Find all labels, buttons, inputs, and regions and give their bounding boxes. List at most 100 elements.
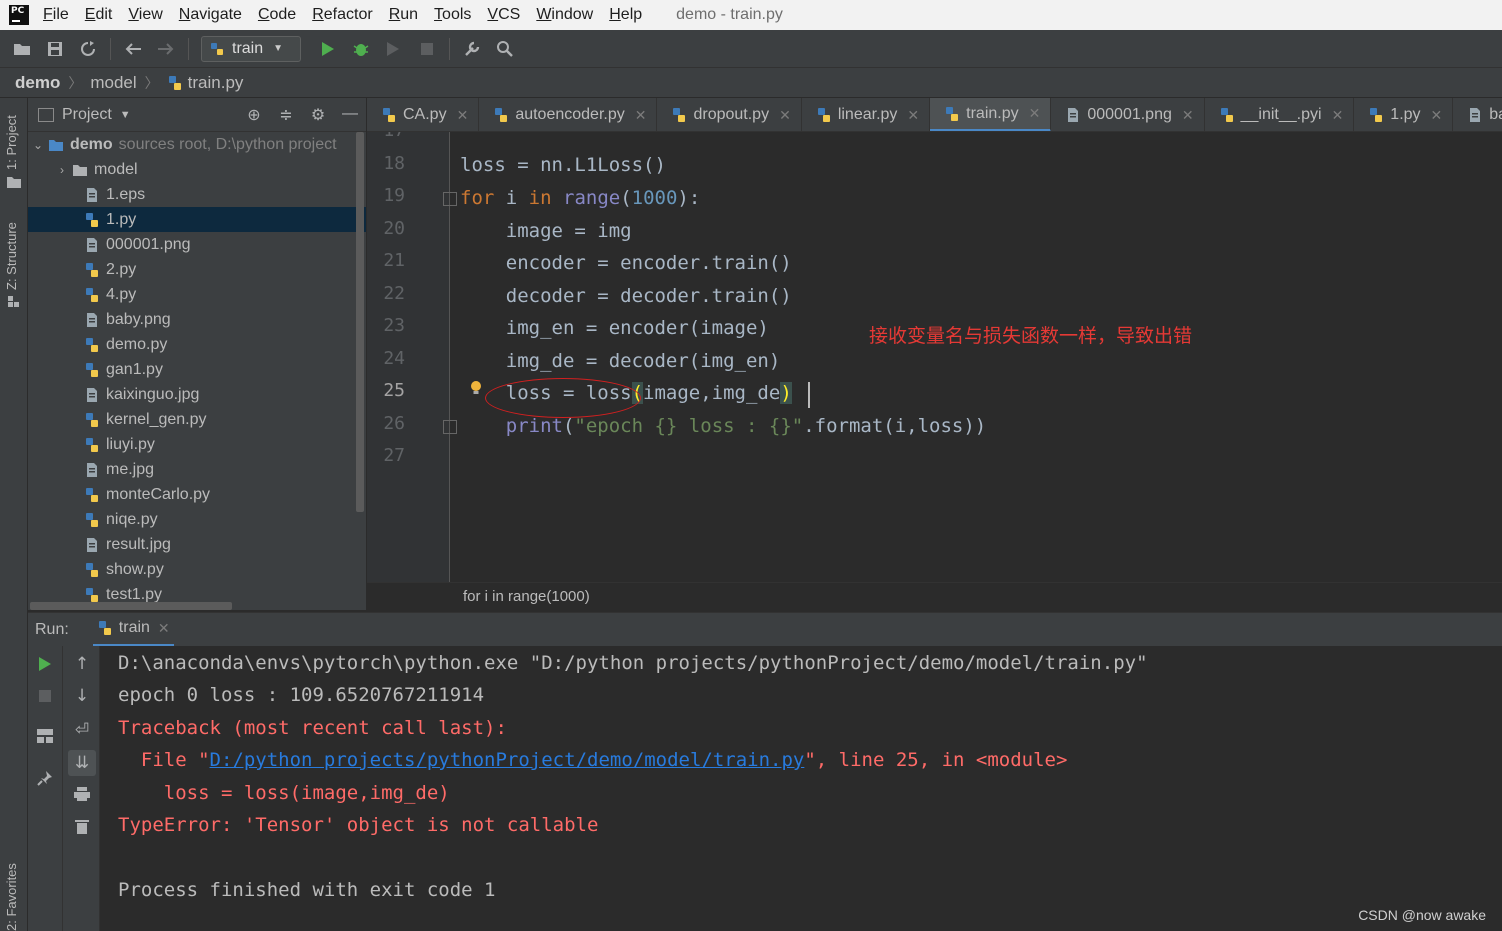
code-editor[interactable]: 17 18 19 20 21 22 23 24 25 26 27 loss = nn.L1Loss(… — [367, 132, 1502, 582]
chevron-down-icon[interactable]: ▼ — [120, 109, 131, 121]
debug-icon[interactable] — [350, 38, 372, 60]
project-panel-header: Project ▼ ⊕ ≑ ⚙ — — [28, 98, 366, 132]
project-tool-tab[interactable]: 1: Project — [4, 115, 19, 170]
collapse-all-icon[interactable]: ≑ — [270, 105, 302, 125]
menu-navigate[interactable]: Navigate — [179, 6, 242, 24]
gear-icon[interactable]: ⚙ — [302, 105, 334, 125]
stop-icon[interactable] — [416, 38, 438, 60]
tree-file-item[interactable]: demo.py — [28, 332, 366, 357]
editor-breadcrumb-status[interactable]: for i in range(1000) — [367, 582, 1502, 610]
menu-window[interactable]: Window — [536, 6, 593, 24]
synchronize-icon[interactable] — [77, 38, 99, 60]
tree-file-item[interactable]: liuyi.py — [28, 432, 366, 457]
project-panel-title[interactable]: Project — [62, 106, 112, 124]
run-tab-train[interactable]: train ✕ — [92, 613, 174, 647]
close-icon[interactable]: ✕ — [158, 620, 170, 637]
editor-tab[interactable]: train.py ✕ — [930, 98, 1052, 131]
editor-tab[interactable]: 000001.png ✕ — [1051, 98, 1205, 131]
tree-file-item[interactable]: 000001.png — [28, 232, 366, 257]
save-all-icon[interactable] — [44, 38, 66, 60]
hide-panel-icon[interactable]: — — [334, 105, 366, 125]
tree-file-item[interactable]: monteCarlo.py — [28, 482, 366, 507]
tree-file-item[interactable]: test1.py — [28, 582, 366, 602]
stop-icon[interactable] — [35, 686, 55, 706]
tree-file-item[interactable]: kernel_gen.py — [28, 407, 366, 432]
python-file-icon — [946, 106, 959, 121]
open-folder-icon[interactable] — [11, 38, 33, 60]
wrench-settings-icon[interactable] — [461, 38, 483, 60]
menu-edit[interactable]: Edit — [85, 6, 113, 24]
python-file-icon — [86, 587, 98, 602]
close-icon[interactable]: ✕ — [779, 107, 791, 124]
editor-tab-label: CA.py — [403, 106, 447, 123]
tree-folder-model[interactable]: › model — [28, 157, 366, 182]
editor-tab[interactable]: baby. — [1453, 98, 1502, 131]
arrow-down-icon[interactable]: ↓ — [72, 686, 92, 706]
run-console-output[interactable]: D:\anaconda\envs\pytorch\python.exe "D:/… — [100, 646, 1502, 931]
pin-icon[interactable] — [35, 768, 55, 788]
trash-icon[interactable] — [72, 816, 92, 836]
run-icon[interactable] — [317, 38, 339, 60]
editor-tab[interactable]: 1.py ✕ — [1354, 98, 1454, 131]
editor-tab[interactable]: autoencoder.py ✕ — [479, 98, 658, 131]
forward-arrow-icon[interactable] — [155, 38, 177, 60]
tree-file-item[interactable]: 1.eps — [28, 182, 366, 207]
rerun-icon[interactable] — [35, 654, 55, 674]
editor-tab-label: __init__.pyi — [1240, 106, 1322, 123]
close-icon[interactable]: ✕ — [907, 107, 919, 124]
search-icon[interactable] — [494, 38, 516, 60]
tree-root-demo[interactable]: ⌄ demo sources root, D:\python project — [28, 132, 366, 157]
run-with-coverage-icon[interactable] — [383, 38, 405, 60]
tree-file-item[interactable]: kaixinguo.jpg — [28, 382, 366, 407]
arrow-up-icon[interactable]: ↑ — [72, 654, 92, 674]
run-configuration-dropdown[interactable]: train ▼ — [201, 35, 301, 62]
tree-item-label: gan1.py — [106, 360, 163, 378]
tree-file-item[interactable]: niqe.py — [28, 507, 366, 532]
close-icon[interactable]: ✕ — [1332, 107, 1344, 124]
menu-refactor[interactable]: Refactor — [312, 6, 372, 24]
close-icon[interactable]: ✕ — [635, 107, 647, 124]
close-icon[interactable]: ✕ — [1431, 107, 1443, 124]
traceback-file-link[interactable]: D:/python projects/pythonProject/demo/mo… — [210, 749, 805, 771]
fold-marker-icon[interactable] — [443, 192, 457, 206]
tree-item-label: me.jpg — [106, 460, 155, 478]
editor-tab[interactable]: linear.py ✕ — [802, 98, 931, 131]
breadcrumb-model[interactable]: model — [90, 73, 136, 93]
print-icon[interactable] — [72, 784, 92, 804]
python-file-icon — [86, 437, 98, 452]
menu-help[interactable]: Help — [609, 6, 642, 24]
breadcrumb-demo[interactable]: demo — [15, 73, 60, 93]
tree-file-item[interactable]: 4.py — [28, 282, 366, 307]
tree-file-item[interactable]: 2.py — [28, 257, 366, 282]
soft-wrap-icon[interactable]: ⏎ — [72, 720, 92, 740]
tree-file-item[interactable]: gan1.py — [28, 357, 366, 382]
fold-marker-icon[interactable] — [443, 420, 457, 434]
close-icon[interactable]: ✕ — [457, 107, 469, 124]
scroll-to-end-icon[interactable]: ⇊ — [68, 750, 96, 776]
close-icon[interactable]: ✕ — [1029, 105, 1041, 122]
tree-file-item[interactable]: baby.png — [28, 307, 366, 332]
lightbulb-icon[interactable] — [470, 380, 482, 396]
locate-file-icon[interactable]: ⊕ — [238, 105, 270, 125]
close-icon[interactable]: ✕ — [1182, 107, 1194, 124]
editor-tab[interactable]: __init__.pyi ✕ — [1205, 98, 1355, 131]
menu-code[interactable]: Code — [258, 6, 296, 24]
editor-tab[interactable]: dropout.py ✕ — [657, 98, 802, 131]
horizontal-scrollbar[interactable] — [30, 602, 232, 610]
favorites-tool-tab[interactable]: 2: Favorites — [4, 863, 19, 931]
menu-view[interactable]: View — [128, 6, 162, 24]
tree-file-item[interactable]: 1.py — [28, 207, 366, 232]
tree-file-item[interactable]: show.py — [28, 557, 366, 582]
breadcrumb-train-py[interactable]: train.py — [188, 73, 244, 93]
menu-vcs[interactable]: VCS — [487, 6, 520, 24]
tree-file-item[interactable]: me.jpg — [28, 457, 366, 482]
menu-run[interactable]: Run — [389, 6, 418, 24]
restore-layout-icon[interactable] — [35, 726, 55, 746]
menu-tools[interactable]: Tools — [434, 6, 471, 24]
menu-file[interactable]: File — [43, 6, 69, 24]
tree-file-item[interactable]: result.jpg — [28, 532, 366, 557]
editor-tab[interactable]: CA.py ✕ — [367, 98, 480, 131]
vertical-scrollbar[interactable] — [356, 132, 364, 512]
back-arrow-icon[interactable] — [122, 38, 144, 60]
structure-tool-tab[interactable]: Z: Structure — [4, 222, 19, 290]
